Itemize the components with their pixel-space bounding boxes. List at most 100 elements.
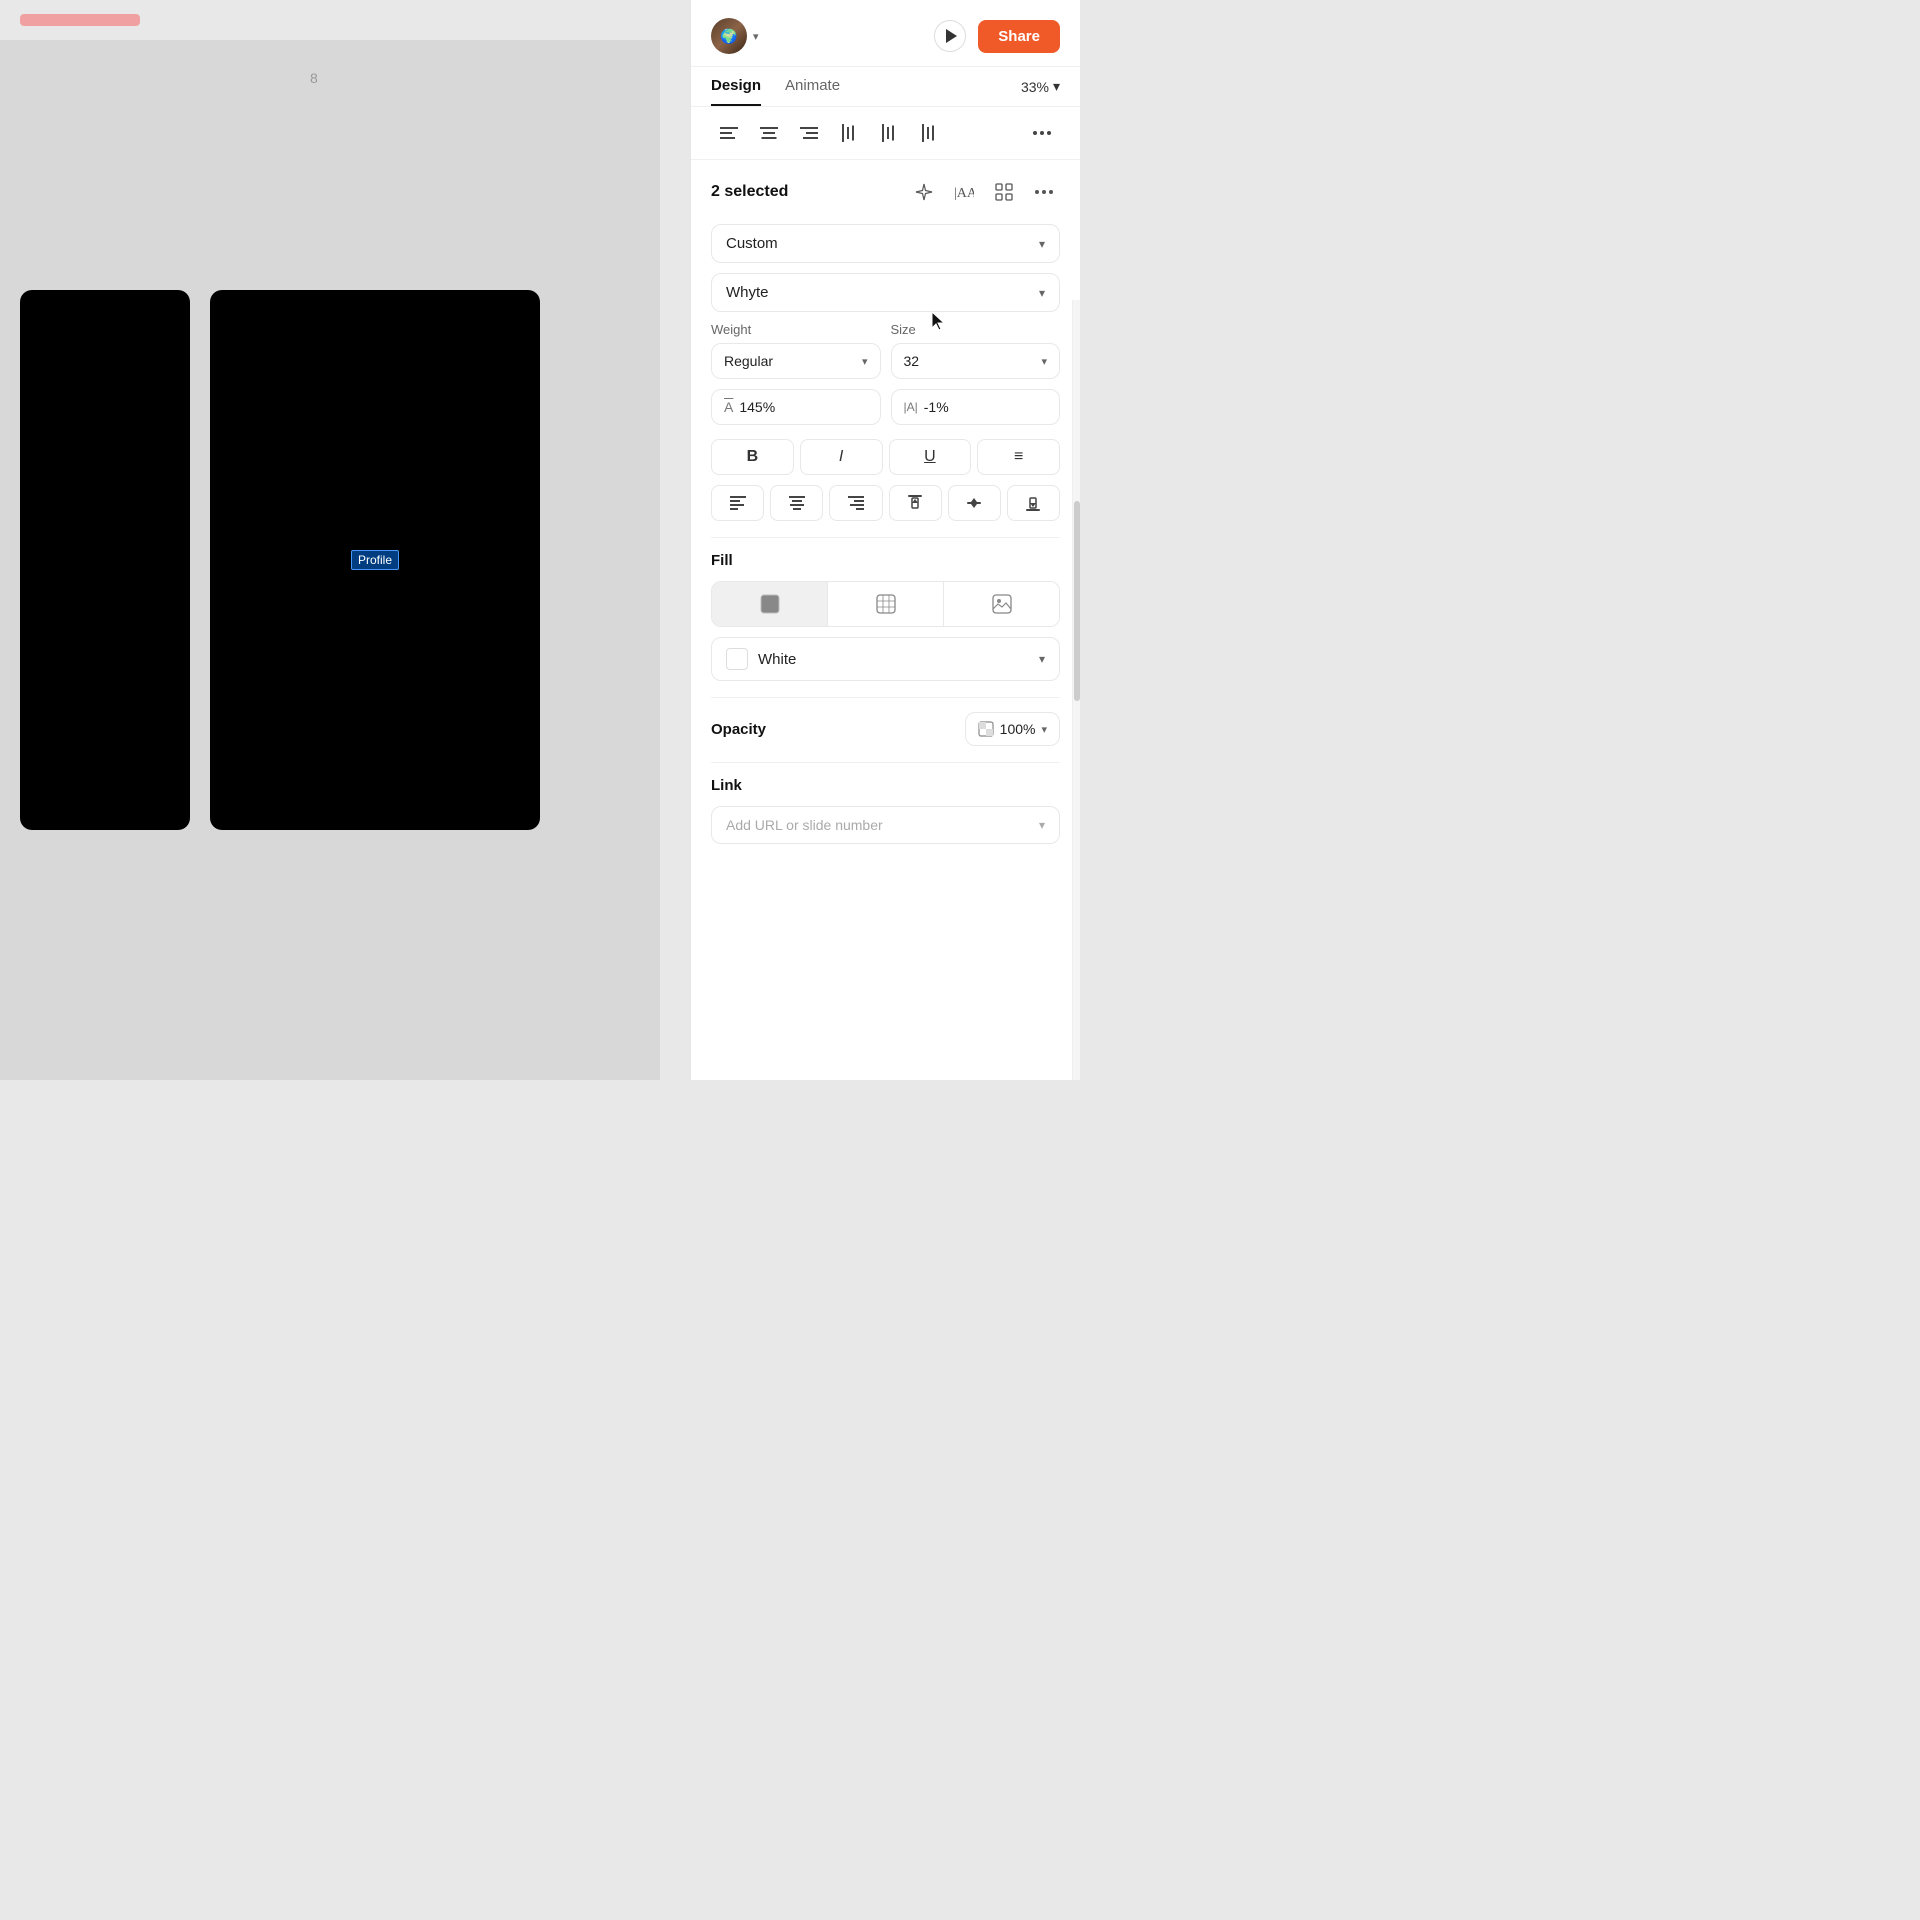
selection-actions: |AA (908, 176, 1060, 208)
avatar: 🌍 (711, 18, 747, 54)
zoom-control[interactable]: 33% ▾ (1021, 78, 1060, 105)
line-height-value: 145% (739, 399, 775, 415)
font-family-chevron-icon: ▾ (1039, 237, 1045, 251)
play-button[interactable] (934, 20, 966, 52)
tab-design[interactable]: Design (711, 77, 761, 106)
tab-animate[interactable]: Animate (785, 77, 840, 106)
weight-chevron-icon: ▾ (862, 355, 868, 368)
list-button[interactable]: ≡ (977, 439, 1060, 475)
opacity-label: Opacity (711, 721, 766, 738)
color-swatch (726, 648, 748, 670)
underline-icon: U (924, 448, 936, 466)
pink-bar-decoration (20, 14, 140, 26)
size-dropdown[interactable]: 32 ▾ (891, 343, 1061, 379)
scrollbar-thumb[interactable] (1074, 501, 1080, 701)
slide-number: 8 (310, 70, 318, 86)
fill-image-button[interactable] (944, 582, 1059, 626)
panel-header: 🌍 ▾ Share (691, 0, 1080, 67)
align-top-button[interactable] (831, 117, 867, 149)
user-avatar-button[interactable]: 🌍 ▾ (711, 18, 759, 54)
spacing-row: A 145% |A| -1% (711, 389, 1060, 425)
font-family-dropdown[interactable]: Custom ▾ (711, 224, 1060, 263)
typeface-dropdown[interactable]: Whyte ▾ (711, 273, 1060, 312)
font-family-label: Custom (726, 235, 778, 252)
size-chevron-icon: ▾ (1041, 355, 1047, 368)
align-right-button[interactable] (791, 117, 827, 149)
opacity-icon (978, 721, 994, 737)
phone-card-center[interactable]: Profile (210, 290, 540, 830)
bold-button[interactable]: B (711, 439, 794, 475)
align-center-h-button[interactable] (751, 117, 787, 149)
underline-button[interactable]: U (889, 439, 972, 475)
fill-pattern-button[interactable] (828, 582, 944, 626)
scrollbar-track[interactable] (1072, 300, 1080, 1080)
align-bottom-button[interactable] (911, 117, 947, 149)
align-middle-button[interactable] (871, 117, 907, 149)
bold-icon: B (747, 448, 759, 466)
opacity-row: Opacity 100% ▾ (711, 712, 1060, 746)
panel-content[interactable]: 2 selected |AA Custom ▾ (691, 160, 1080, 1080)
panel-tabs: Design Animate 33% ▾ (691, 67, 1080, 107)
align-left-button[interactable] (711, 117, 747, 149)
text-align-right-button[interactable] (829, 485, 882, 521)
text-style-row: B I U ≡ (711, 439, 1060, 475)
canvas-area: 8 Profile (0, 0, 660, 1080)
right-panel: 🌍 ▾ Share Design Animate 33% ▾ (690, 0, 1080, 1080)
text-align-left-button[interactable] (711, 485, 764, 521)
weight-size-row: Regular ▾ 32 ▾ (711, 343, 1060, 379)
weight-label: Weight (711, 322, 881, 337)
sparkle-button[interactable] (908, 176, 940, 208)
letter-spacing-input[interactable]: |A| -1% (891, 389, 1061, 425)
opacity-chevron-icon: ▾ (1041, 723, 1047, 736)
letter-spacing-value: -1% (924, 399, 949, 415)
zoom-level: 33% (1021, 79, 1049, 95)
vertical-align-top-button[interactable] (889, 485, 942, 521)
align-more-button[interactable] (1024, 117, 1060, 149)
header-actions: Share (934, 20, 1060, 53)
play-icon (946, 29, 957, 43)
weight-value: Regular (724, 353, 773, 369)
link-section-title: Link (711, 777, 1060, 794)
link-section: Link Add URL or slide number ▾ (711, 777, 1060, 844)
share-button[interactable]: Share (978, 20, 1060, 53)
fill-solid-button[interactable] (712, 582, 828, 626)
typeface-chevron-icon: ▾ (1039, 286, 1045, 300)
size-value: 32 (904, 353, 920, 369)
canvas-content[interactable]: 8 Profile (0, 40, 660, 1080)
link-placeholder: Add URL or slide number (726, 817, 883, 833)
size-label: Size (891, 322, 1061, 337)
divider-3 (711, 762, 1060, 763)
italic-icon: I (839, 448, 843, 466)
selection-header: 2 selected |AA (711, 176, 1060, 208)
italic-button[interactable]: I (800, 439, 883, 475)
line-height-icon: A (724, 399, 733, 415)
color-selector[interactable]: White ▾ (711, 637, 1060, 681)
weight-size-labels: Weight Size (711, 322, 1060, 337)
avatar-chevron-icon: ▾ (753, 30, 759, 43)
divider-2 (711, 697, 1060, 698)
svg-text:|AA: |AA (954, 186, 974, 201)
link-input[interactable]: Add URL or slide number ▾ (711, 806, 1060, 844)
divider-1 (711, 537, 1060, 538)
weight-dropdown[interactable]: Regular ▾ (711, 343, 881, 379)
opacity-control[interactable]: 100% ▾ (965, 712, 1060, 746)
typeface-label: Whyte (726, 284, 769, 301)
profile-label[interactable]: Profile (351, 550, 399, 570)
link-chevron-icon: ▾ (1039, 818, 1045, 832)
color-chevron-icon: ▾ (1039, 652, 1045, 666)
fill-type-row (711, 581, 1060, 627)
list-icon: ≡ (1014, 448, 1023, 466)
text-size-button[interactable]: |AA (948, 176, 980, 208)
zoom-chevron-icon: ▾ (1053, 78, 1060, 95)
vertical-align-bottom-button[interactable] (1007, 485, 1060, 521)
vertical-align-middle-button[interactable] (948, 485, 1001, 521)
more-options-button[interactable] (1028, 176, 1060, 208)
grid-button[interactable] (988, 176, 1020, 208)
text-align-center-button[interactable] (770, 485, 823, 521)
fill-section-title: Fill (711, 552, 1060, 569)
text-align-row (711, 485, 1060, 521)
canvas-top-bar (0, 0, 660, 40)
opacity-value: 100% (1000, 721, 1036, 737)
line-height-input[interactable]: A 145% (711, 389, 881, 425)
align-toolbar (691, 107, 1080, 160)
